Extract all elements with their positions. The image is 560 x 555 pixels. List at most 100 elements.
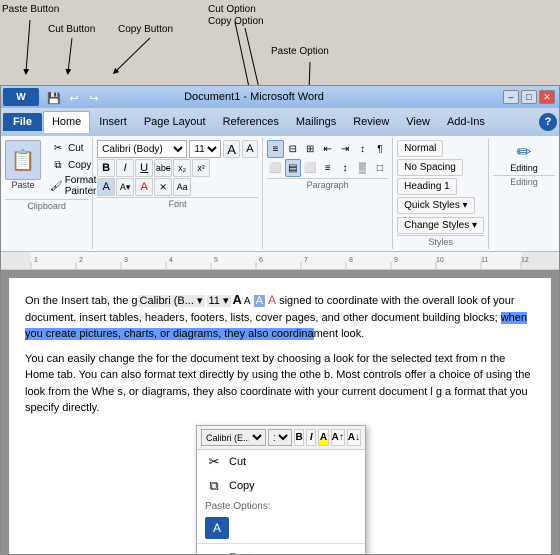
align-center-button[interactable]: ▤ [285, 159, 301, 177]
tab-insert[interactable]: Insert [91, 112, 135, 132]
paste-option-keep-source[interactable]: A [205, 517, 229, 539]
paragraph-group: ≡ ⊟ ⊞ ⇤ ⇥ ↕ ¶ ⬜ ▤ ⬜ ≡ ↕ ▒ □ Paragraph [263, 138, 393, 249]
paste-option-icons: A [197, 515, 365, 541]
styles-label: Styles [397, 235, 484, 247]
font-label: Font [97, 197, 258, 209]
mini-italic-button[interactable]: I [306, 429, 316, 446]
ruler-svg: 1 2 3 4 5 6 7 8 9 10 11 12 [1, 252, 559, 270]
editing-button[interactable]: ✏ Editing [493, 140, 555, 175]
grow-font-button[interactable]: A [223, 140, 239, 158]
save-qat-btn[interactable]: 💾 [45, 90, 63, 106]
clipboard-label: Clipboard [5, 199, 88, 211]
show-formatting-button[interactable]: ¶ [372, 140, 388, 158]
shading-button[interactable]: ▒ [354, 159, 370, 177]
undo-qat-btn[interactable]: ↩ [65, 90, 83, 106]
tab-file[interactable]: File [3, 113, 42, 131]
highlighted-text: when you create pictures, charts, or dia… [25, 312, 527, 341]
svg-text:6: 6 [259, 257, 263, 264]
ruler: 1 2 3 4 5 6 7 8 9 10 11 12 [1, 252, 559, 270]
context-cut[interactable]: ✂ Cut [197, 450, 365, 474]
font-context-icon: A [205, 549, 223, 555]
tab-addins[interactable]: Add-Ins [439, 112, 493, 132]
highlight-button[interactable]: A▾ [116, 178, 134, 196]
font-name-select[interactable]: Calibri (Body) [97, 140, 187, 158]
text-effects-button[interactable]: A [97, 178, 115, 196]
style-normal[interactable]: Normal [397, 140, 443, 157]
minimize-button[interactable]: – [503, 90, 519, 104]
tab-references[interactable]: References [215, 112, 287, 132]
copy-icon: ⧉ [50, 158, 66, 172]
tab-home[interactable]: Home [43, 111, 90, 133]
paragraph-1: On the Insert tab, the gCalibri (B... ▾1… [25, 290, 535, 343]
editing-label: Editing [510, 163, 538, 173]
align-right-button[interactable]: ⬜ [302, 159, 318, 177]
maximize-button[interactable]: □ [521, 90, 537, 104]
mini-font-select[interactable]: Calibri (E... [201, 429, 266, 446]
border-button[interactable]: □ [372, 159, 388, 177]
styles-group: Normal No Spacing Heading 1 Quick Styles… [393, 138, 489, 249]
line-spacing-button[interactable]: ↕ [337, 159, 353, 177]
svg-text:11: 11 [481, 257, 488, 264]
clear-format-button[interactable]: ✕ [154, 178, 172, 196]
ribbon-content: 📋 Paste ✂ Cut ⧉ Copy 🖌 Format Painter [1, 136, 559, 252]
numbering-button[interactable]: ⊟ [285, 140, 301, 158]
annotation-arrows [0, 0, 560, 85]
context-copy[interactable]: ⧉ Copy [197, 474, 365, 498]
multilevel-list-button[interactable]: ⊞ [302, 140, 318, 158]
ribbon-tab-bar: File Home Insert Page Layout References … [1, 108, 559, 136]
tab-view[interactable]: View [398, 112, 438, 132]
font-color-button[interactable]: A [135, 178, 153, 196]
mini-highlight-button[interactable]: A [318, 429, 328, 446]
quick-access-toolbar: 💾 ↩ ↪ [45, 90, 103, 106]
editing-icon: ✏ [516, 142, 531, 163]
clipboard-group: 📋 Paste ✂ Cut ⧉ Copy 🖌 Format Painter [1, 138, 93, 249]
sort-button[interactable]: ↕ [354, 140, 370, 158]
svg-text:4: 4 [169, 257, 173, 264]
mini-bold-button[interactable]: B [294, 429, 304, 446]
underline-button[interactable]: U [135, 159, 153, 177]
tab-page-layout[interactable]: Page Layout [136, 112, 214, 132]
copy-option-label: Copy Option [208, 16, 264, 27]
mini-grow-button[interactable]: A↑ [331, 429, 345, 446]
editing-group: ✏ Editing Editing [489, 138, 559, 249]
quick-styles-button[interactable]: Quick Styles ▾ [397, 197, 474, 214]
cut-option-label: Cut Option [208, 4, 256, 15]
paragraph-2: You can easily change the for the docume… [25, 351, 535, 417]
bullets-button[interactable]: ≡ [267, 140, 283, 158]
change-styles-button[interactable]: Change Styles ▾ [397, 217, 484, 234]
subscript-button[interactable]: x₂ [173, 159, 191, 177]
tab-mailings[interactable]: Mailings [288, 112, 344, 132]
align-left-button[interactable]: ⬜ [267, 159, 283, 177]
mini-format-toolbar: Calibri (E... 11 B I A A↑ A↓ [197, 426, 365, 450]
document-area[interactable]: On the Insert tab, the gCalibri (B... ▾1… [1, 270, 559, 555]
font-size-select[interactable]: 11 [189, 140, 221, 158]
title-bar: W 💾 ↩ ↪ Document1 - Microsoft Word – □ ✕ [1, 86, 559, 108]
bold-button[interactable]: B [97, 159, 115, 177]
svg-text:8: 8 [349, 257, 353, 264]
italic-button[interactable]: I [116, 159, 134, 177]
strikethrough-button[interactable]: abc [154, 159, 172, 177]
change-case-button[interactable]: Aa [173, 178, 191, 196]
mini-shrink-button[interactable]: A↓ [347, 429, 361, 446]
paste-icon: 📋 [5, 140, 41, 180]
justify-button[interactable]: ≡ [319, 159, 335, 177]
ruler-content: 1 2 3 4 5 6 7 8 9 10 11 12 [1, 252, 559, 269]
svg-text:1: 1 [34, 257, 38, 264]
context-separator-1 [197, 543, 365, 544]
style-no-spacing[interactable]: No Spacing [397, 159, 463, 176]
paste-button[interactable]: 📋 Paste [5, 140, 41, 190]
superscript-button[interactable]: x² [192, 159, 210, 177]
redo-qat-btn[interactable]: ↪ [85, 90, 103, 106]
shrink-font-button[interactable]: A [242, 140, 258, 158]
context-paste-options: Paste Options: [197, 498, 365, 515]
paste-button-label: Paste Button [2, 4, 59, 15]
annotation-area: Paste Button Cut Button Copy Button Cut … [0, 0, 560, 85]
decrease-indent-button[interactable]: ⇤ [319, 140, 335, 158]
context-font[interactable]: A Font... [197, 546, 365, 555]
tab-review[interactable]: Review [345, 112, 397, 132]
mini-size-select[interactable]: 11 [268, 429, 292, 446]
close-button[interactable]: ✕ [539, 90, 555, 104]
increase-indent-button[interactable]: ⇥ [337, 140, 353, 158]
style-heading1[interactable]: Heading 1 [397, 178, 457, 195]
help-button[interactable]: ? [539, 113, 557, 131]
